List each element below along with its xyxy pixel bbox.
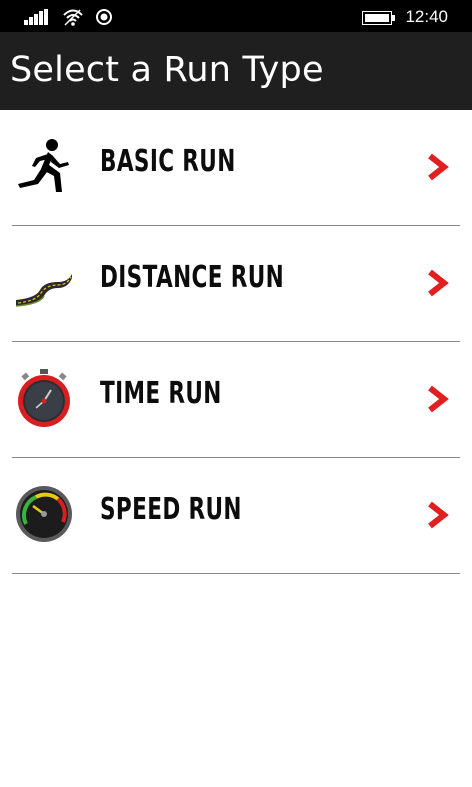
run-type-label: BASIC RUN — [100, 144, 236, 179]
road-icon — [15, 274, 72, 307]
runner-icon — [18, 139, 69, 192]
run-type-label: DISTANCE RUN — [100, 260, 285, 295]
chevron-right-icon — [428, 269, 449, 297]
run-type-time[interactable]: TIME RUN — [0, 342, 472, 458]
run-type-label: TIME RUN — [100, 376, 222, 411]
app-header: Select a Run Type — [0, 32, 472, 110]
battery-icon — [362, 11, 395, 25]
signal-icon — [24, 9, 48, 25]
run-type-list: BASIC RUN DISTANCE RUN TIME RUN SPEED RU… — [0, 110, 472, 574]
run-type-speed[interactable]: SPEED RUN — [0, 458, 472, 574]
chevron-right-icon — [428, 501, 449, 529]
divider — [12, 573, 460, 574]
clock-time: 12:40 — [405, 7, 448, 26]
run-type-distance[interactable]: DISTANCE RUN — [0, 226, 472, 342]
run-type-basic[interactable]: BASIC RUN — [0, 110, 472, 226]
stopwatch-icon — [18, 369, 70, 427]
run-type-label: SPEED RUN — [100, 492, 242, 527]
wifi-icon — [63, 9, 83, 26]
page-title: Select a Run Type — [10, 50, 324, 90]
chevron-right-icon — [428, 153, 449, 181]
chevron-right-icon — [428, 385, 449, 413]
location-icon — [96, 9, 112, 25]
speedometer-icon — [16, 486, 72, 542]
status-bar: 12:40 — [0, 0, 472, 32]
